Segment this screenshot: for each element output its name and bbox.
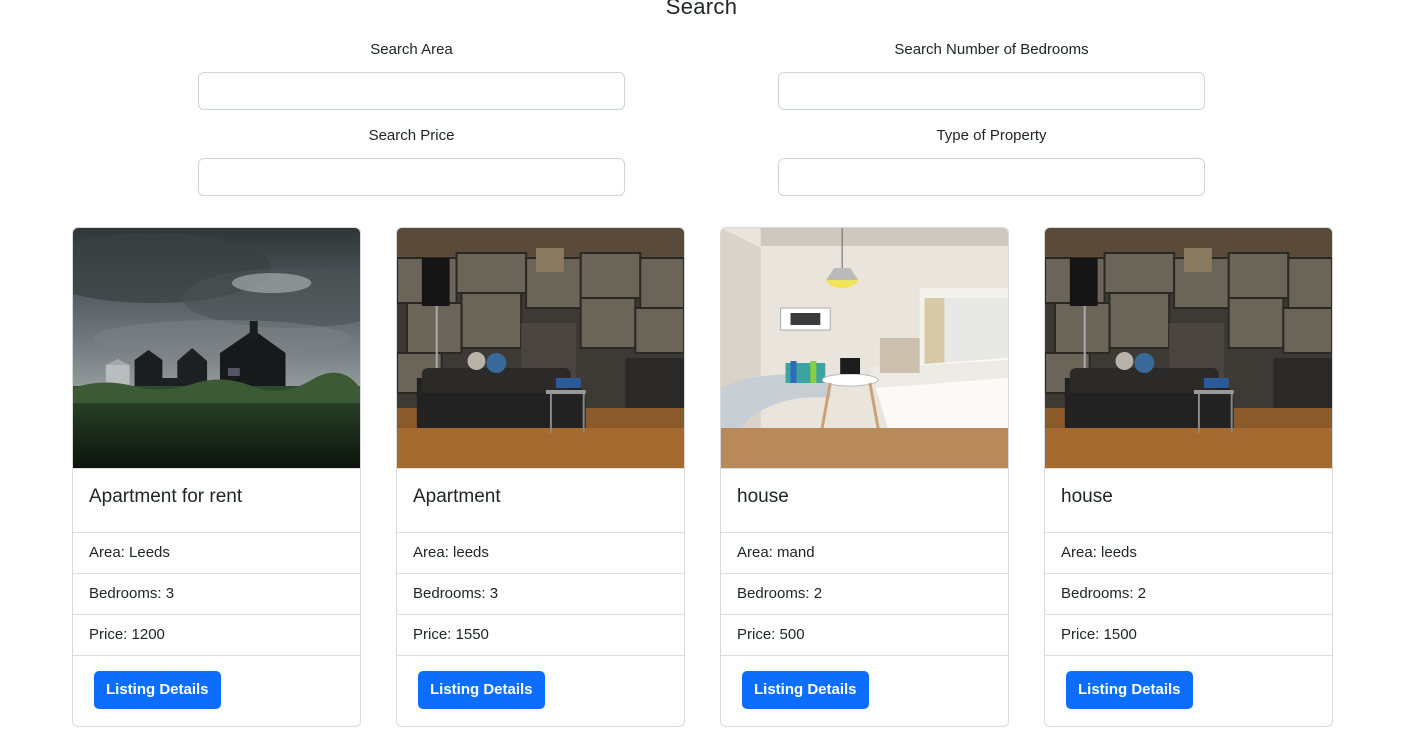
search-area-label: Search Area (370, 41, 453, 58)
search-bedrooms-input[interactable] (778, 72, 1205, 110)
search-bedrooms-label: Search Number of Bedrooms (894, 41, 1089, 58)
listings-page: Search Search Area Search Number of Bedr… (0, 0, 1410, 733)
listing-title: Apartment for rent (73, 468, 360, 533)
listing-details-button[interactable]: Listing Details (1066, 671, 1193, 709)
listing-title: Apartment (397, 468, 684, 533)
listing-area: Area: leeds (1045, 533, 1332, 574)
listing-card: Apartment Area: leeds Bedrooms: 3 Price:… (396, 227, 685, 727)
listing-card: house Area: mand Bedrooms: 2 Price: 500 … (720, 227, 1009, 727)
listing-bedrooms: Bedrooms: 2 (721, 574, 1008, 615)
property-type-field: Type of Property (778, 126, 1205, 196)
search-price-input[interactable] (198, 158, 625, 196)
listing-photo (73, 228, 360, 468)
search-bedrooms-field: Search Number of Bedrooms (778, 40, 1205, 110)
listing-area: Area: mand (721, 533, 1008, 574)
listing-price: Price: 1550 (397, 615, 684, 656)
listing-bedrooms: Bedrooms: 2 (1045, 574, 1332, 615)
listing-photo (721, 228, 1008, 468)
listing-card: house Area: leeds Bedrooms: 2 Price: 150… (1044, 227, 1333, 727)
listing-area: Area: Leeds (73, 533, 360, 574)
listing-details-button[interactable]: Listing Details (742, 671, 869, 709)
property-type-label: Type of Property (936, 127, 1047, 144)
listing-details-button[interactable]: Listing Details (418, 671, 545, 709)
property-type-input[interactable] (778, 158, 1205, 196)
listing-area: Area: leeds (397, 533, 684, 574)
listing-bedrooms: Bedrooms: 3 (397, 574, 684, 615)
search-area-input[interactable] (198, 72, 625, 110)
listing-photo (397, 228, 684, 468)
listing-photo (1045, 228, 1332, 468)
listing-price: Price: 1500 (1045, 615, 1332, 656)
listing-title: house (1045, 468, 1332, 533)
listing-details-button[interactable]: Listing Details (94, 671, 221, 709)
search-area-field: Search Area (198, 40, 625, 110)
search-price-label: Search Price (368, 127, 455, 144)
search-price-field: Search Price (198, 126, 625, 196)
listing-card: Apartment for rent Area: Leeds Bedrooms:… (72, 227, 361, 727)
listing-bedrooms: Bedrooms: 3 (73, 574, 360, 615)
listing-price: Price: 1200 (73, 615, 360, 656)
listing-title: house (721, 468, 1008, 533)
search-heading: Search (665, 0, 738, 19)
listing-price: Price: 500 (721, 615, 1008, 656)
